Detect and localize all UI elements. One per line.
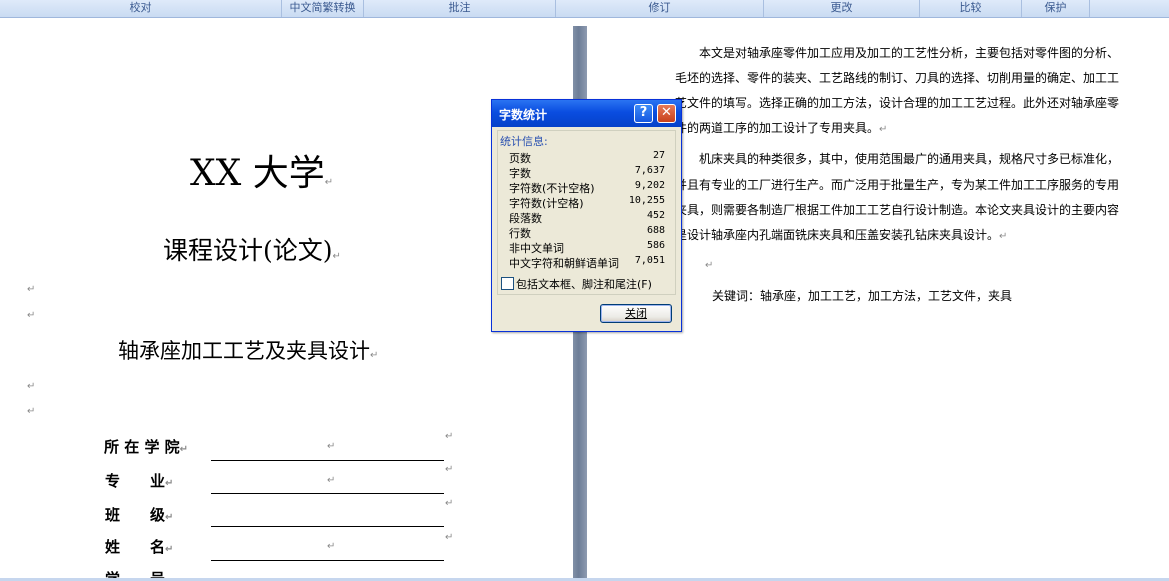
paragraph-mark: ↵ [27,406,36,417]
abstract-line: 件的两道工序的加工设计了专用夹具。↵ [675,121,888,135]
paragraph-mark: ↵ [445,532,454,543]
paragraph-mark: ↵ [27,284,36,295]
paragraph-mark: ↵ [445,464,454,475]
ribbon-group-chinese-conversion[interactable]: 中文简繁转换 [282,0,364,17]
ribbon-group-protect[interactable]: 保护 [1022,0,1090,17]
keywords-line: 关键词：轴承座，加工工艺，加工方法，工艺文件，夹具 [712,289,1013,303]
field-label-college: 所 在 学 院↵ [104,438,189,456]
stat-row-lines: 行数 688 [509,225,665,240]
include-textbox-footnotes-checkbox[interactable] [501,277,514,290]
abstract-line: 夹具，则需要各制造厂根据工件加工工艺自行设计制造。本论文夹具设计的主要内容 [675,203,1120,217]
stat-row-paragraphs: 段落数 452 [509,210,665,225]
cover-university-title: XX 大学↵ [190,153,334,194]
abstract-line: 是设计轴承座内孔端面铣床夹具和压盖安装孔钻床夹具设计。↵ [675,228,1008,242]
abstract-line: 并且有专业的工厂进行生产。而广泛用于批量生产，专为某工件加工工序服务的专用 [675,178,1120,192]
cover-course-title: 课程设计(论文)↵ [163,236,341,265]
abstract-line: 本文是对轴承座零件加工应用及加工的工艺性分析，主要包括对零件图的分析、 [675,46,1120,60]
paragraph-mark: ↵ [27,381,36,392]
paragraph-mark: ↵ [705,260,714,271]
stat-row-non-chinese-words: 非中文单词 586 [509,240,665,255]
abstract-line: 艺文件的填写。选择正确的加工方法，设计合理的加工工艺过程。此外还对轴承座零 [675,96,1120,110]
dialog-title-bar[interactable]: 字数统计 ? ✕ [492,100,681,127]
paragraph-mark: ↵ [445,431,454,442]
abstract-line: 毛坯的选择、零件的装夹、工艺路线的制订、刀具的选择、切削用量的确定、加工工 [675,71,1120,85]
close-button[interactable]: 关闭 [600,304,672,323]
help-icon[interactable]: ? [634,104,653,123]
stat-row-pages: 页数 27 [509,150,665,165]
ribbon-group-comments[interactable]: 批注 [364,0,556,17]
document-page-cover[interactable]: XX 大学↵ 课程设计(论文)↵ ↵ ↵ 轴承座加工工艺及夹具设计↵ ↵ ↵ 所… [0,26,573,578]
dialog-title: 字数统计 [499,108,548,122]
field-label-class: 班 级↵ [105,506,174,524]
paragraph-mark: ↵ [327,541,336,552]
ribbon-group-changes[interactable]: 更改 [764,0,920,17]
statistics-heading: 统计信息: [500,135,548,148]
field-line-major [211,493,444,494]
close-icon[interactable]: ✕ [657,104,676,123]
stat-row-chinese-korean-words: 中文字符和朝鲜语单词 7,051 [509,255,665,270]
paragraph-mark: ↵ [327,441,336,452]
field-line-college [211,460,444,461]
field-label-major: 专 业↵ [105,472,174,490]
close-button-label: 关闭 [625,307,647,320]
word-count-dialog: 字数统计 ? ✕ 统计信息: 页数 27 字数 7,637 字符数(不计空格) 9,2… [491,99,682,332]
paragraph-mark: ↵ [27,310,36,321]
paragraph-mark: ↵ [327,475,336,486]
stat-row-words: 字数 7,637 [509,165,665,180]
field-label-name: 姓 名↵ [105,538,174,556]
stat-row-chars-no-spaces: 字符数(不计空格) 9,202 [509,180,665,195]
ribbon-group-tracking[interactable]: 修订 [556,0,764,17]
field-line-class [211,526,444,527]
paragraph-mark: ↵ [445,498,454,509]
ribbon-group-bar: 校对 中文简繁转换 批注 修订 更改 比较 保护 [0,0,1169,18]
field-line-name [211,560,444,561]
stat-row-chars-with-spaces: 字符数(计空格) 10,255 [509,195,665,210]
cover-topic-title: 轴承座加工工艺及夹具设计↵ [118,339,379,363]
ribbon-group-proofing[interactable]: 校对 [0,0,282,17]
field-label-partial: 学 号 [105,568,165,578]
abstract-line: 机床夹具的种类很多，其中，使用范围最广的通用夹具，规格尺寸多已标准化， [675,152,1120,166]
include-textbox-footnotes-label[interactable]: 包括文本框、脚注和尾注(F) [516,276,652,292]
ribbon-group-compare[interactable]: 比较 [920,0,1022,17]
